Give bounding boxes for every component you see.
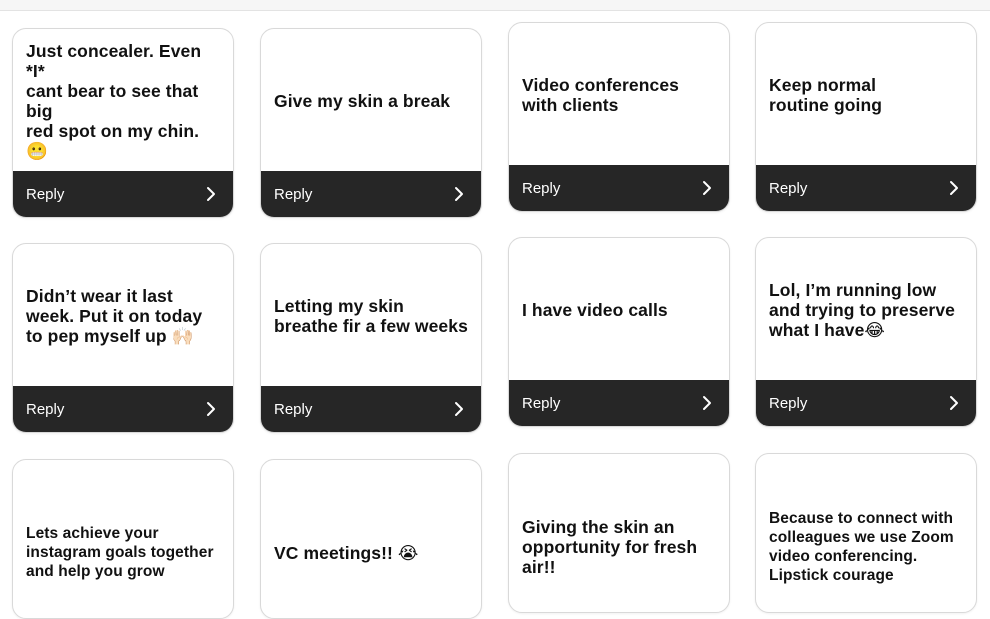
chevron-right-icon bbox=[203, 401, 219, 417]
response-card: Video conferences with clients Reply bbox=[508, 22, 730, 212]
response-text: Keep normal routine going bbox=[769, 75, 883, 115]
response-card: Giving the skin an opportunity for fresh… bbox=[508, 453, 730, 613]
reply-button[interactable]: Reply bbox=[261, 171, 481, 217]
reply-label: Reply bbox=[522, 394, 561, 412]
reply-button[interactable]: Reply bbox=[261, 386, 481, 432]
reply-label: Reply bbox=[769, 394, 808, 412]
response-card: Just concealer. Even *I* cant bear to se… bbox=[12, 28, 234, 218]
response-text: Lol, I’m running low and trying to prese… bbox=[769, 280, 956, 340]
reply-label: Reply bbox=[274, 185, 313, 203]
chevron-right-icon bbox=[946, 395, 962, 411]
response-text: Just concealer. Even *I* cant bear to se… bbox=[26, 41, 202, 161]
response-card: Didn’t wear it last week. Put it on toda… bbox=[12, 243, 234, 433]
response-card: I have video calls Reply bbox=[508, 237, 730, 427]
response-card: Because to connect with colleagues we us… bbox=[755, 453, 977, 613]
response-text: Giving the skin an opportunity for fresh… bbox=[522, 517, 698, 577]
reply-label: Reply bbox=[26, 400, 65, 418]
response-text: VC meetings!! 😭 bbox=[274, 543, 419, 563]
chevron-right-icon bbox=[946, 180, 962, 196]
reply-label: Reply bbox=[522, 179, 561, 197]
response-text: Give my skin a break bbox=[274, 91, 451, 111]
reply-button[interactable]: Reply bbox=[509, 165, 729, 211]
response-text: Because to connect with colleagues we us… bbox=[769, 510, 954, 584]
response-text: Letting my skin breathe fir a few weeks bbox=[274, 296, 468, 336]
reply-button[interactable]: Reply bbox=[13, 386, 233, 432]
reply-button[interactable]: Reply bbox=[509, 380, 729, 426]
response-card: Lol, I’m running low and trying to prese… bbox=[755, 237, 977, 427]
response-text: Didn’t wear it last week. Put it on toda… bbox=[26, 286, 203, 346]
response-card: Lets achieve your instagram goals togeth… bbox=[12, 459, 234, 619]
reply-label: Reply bbox=[26, 185, 65, 203]
reply-button[interactable]: Reply bbox=[13, 171, 233, 217]
response-card: Letting my skin breathe fir a few weeks … bbox=[260, 243, 482, 433]
chevron-right-icon bbox=[451, 401, 467, 417]
response-text: Lets achieve your instagram goals togeth… bbox=[26, 524, 214, 580]
response-text: Video conferences with clients bbox=[522, 75, 679, 115]
response-card: Keep normal routine going Reply bbox=[755, 22, 977, 212]
response-card: Give my skin a break Reply bbox=[260, 28, 482, 218]
reply-button[interactable]: Reply bbox=[756, 165, 976, 211]
chevron-right-icon bbox=[203, 186, 219, 202]
reply-button[interactable]: Reply bbox=[756, 380, 976, 426]
chevron-right-icon bbox=[699, 180, 715, 196]
top-bar bbox=[0, 0, 990, 11]
chevron-right-icon bbox=[699, 395, 715, 411]
reply-label: Reply bbox=[769, 179, 808, 197]
response-card: VC meetings!! 😭 bbox=[260, 459, 482, 619]
reply-label: Reply bbox=[274, 400, 313, 418]
chevron-right-icon bbox=[451, 186, 467, 202]
response-text: I have video calls bbox=[522, 300, 668, 320]
